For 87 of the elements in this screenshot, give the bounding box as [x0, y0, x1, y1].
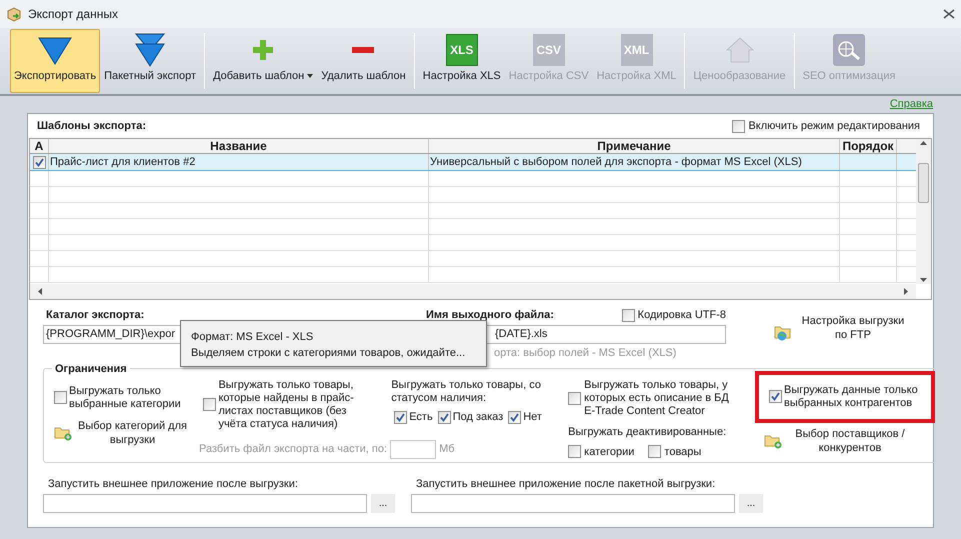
- checkbox[interactable]: [732, 120, 746, 132]
- toolbar-button[interactable]: Пакетный экспорт: [100, 29, 200, 93]
- vertical-scrollbar[interactable]: [916, 139, 931, 284]
- table-cell: Универсальный с выбором полей для экспорта - формат MS Excel (XLS): [429, 154, 840, 170]
- checkbox[interactable]: [32, 156, 46, 168]
- field-label: Запустить внешнее приложение после выгрузки:: [47, 477, 299, 491]
- tooltip-text: Выделяем строки с категориями товаров, ожидайте...: [191, 346, 466, 361]
- suppliers-select-button[interactable]: Выбор поставщиков / конкурентов: [764, 427, 915, 455]
- scroll-up-icon[interactable]: [920, 141, 927, 145]
- window-title: Экспорт данных: [28, 6, 118, 23]
- scroll-thumb[interactable]: [918, 162, 929, 203]
- button-label: Настройка XLS: [422, 68, 501, 84]
- folder-add-icon: [54, 425, 72, 441]
- checkbox[interactable]: [54, 391, 67, 404]
- category-select-button[interactable]: Выбор категорий для выгрузки: [54, 419, 202, 447]
- toolbar-button[interactable]: XLS Настройка XLS: [418, 29, 505, 93]
- checkbox-label: Выгружать данные только выбранных контрагентов: [784, 384, 919, 410]
- field-label: Каталог экспорта:: [45, 308, 146, 322]
- column-header[interactable]: Примечание: [429, 139, 840, 153]
- checkbox[interactable]: [394, 410, 408, 424]
- group-label: Выгружать деактивированные:: [568, 425, 728, 440]
- horizontal-scrollbar[interactable]: [30, 284, 916, 299]
- box-arrow-icon: [6, 6, 22, 22]
- checkbox[interactable]: [648, 445, 662, 458]
- section-title: Шаблоны экспорта:: [37, 118, 146, 134]
- toolbar-button[interactable]: Удалить шаблон: [317, 29, 410, 93]
- input-field[interactable]: [411, 494, 735, 513]
- button-label: Удалить шаблон: [321, 68, 406, 84]
- checkbox-label: Под заказ: [452, 410, 504, 425]
- down-triangle-icon: [37, 34, 74, 65]
- globe-magnifier-icon: [833, 34, 866, 66]
- folder-globe-icon: [774, 324, 792, 342]
- checkbox-label: товары: [664, 444, 702, 460]
- checkbox-label: категории: [584, 444, 634, 460]
- close-icon[interactable]: [943, 9, 955, 19]
- checkbox[interactable]: [622, 308, 635, 322]
- file-format-icon: CSV: [532, 34, 565, 66]
- unit-label: Мб: [439, 442, 455, 458]
- column-header[interactable]: A: [30, 139, 49, 153]
- checkbox-label: Выгружать только выбранные категории: [69, 385, 182, 411]
- folder-add-icon: [764, 433, 782, 449]
- checkbox-label: Выгружать только товары, у которых есть описание в БД E-Trade Content Creator: [584, 379, 730, 418]
- checkbox[interactable]: [568, 392, 582, 405]
- minus-icon: [352, 46, 374, 54]
- scroll-right-icon[interactable]: [904, 288, 908, 295]
- checkbox[interactable]: [769, 390, 782, 403]
- scroll-down-icon[interactable]: [920, 278, 927, 282]
- checkbox[interactable]: [438, 410, 451, 424]
- toolbar-button[interactable]: Экспортировать: [10, 29, 100, 93]
- field-label: Разбить файл экспорта на части, по:: [199, 442, 388, 458]
- field-label: Имя выходного файла:: [426, 308, 554, 323]
- scroll-left-icon[interactable]: [38, 288, 42, 295]
- column-header[interactable]: Порядок: [840, 139, 897, 153]
- button-label: Добавить шаблон: [213, 68, 314, 84]
- checkbox-label: Включить режим редактирования: [748, 118, 920, 134]
- checkbox-label: Выгружать только товары, которые найдены в прайс-листах поставщиков (без учёта статуса наличия): [218, 379, 355, 431]
- input-field[interactable]: [390, 440, 436, 459]
- button-label: Пакетный экспорт: [104, 68, 196, 84]
- file-format-icon: XLS: [446, 34, 478, 66]
- house-icon: [724, 36, 755, 64]
- table-row[interactable]: Прайс-лист для клиентов #2 Универсальный с выбором полей для экспорта - формат MS Excel (XLS): [30, 154, 916, 171]
- file-format-icon: XML: [620, 34, 652, 66]
- browse-button[interactable]: ...: [739, 494, 763, 513]
- button-label: Настройка CSV: [508, 68, 589, 84]
- browse-button[interactable]: ...: [371, 494, 395, 513]
- group-title: Ограничения: [52, 361, 130, 378]
- checkbox-label: Есть: [409, 410, 433, 425]
- table-cell: Прайс-лист для клиентов #2: [49, 154, 429, 170]
- button-label: Экспортировать: [14, 68, 96, 84]
- input-field[interactable]: [43, 494, 367, 513]
- checkbox-label: Нет: [523, 410, 542, 425]
- field-label: Запустить внешнее приложение после пакетной выгрузки:: [415, 477, 716, 491]
- tooltip-text: Формат: MS Excel - XLS: [191, 330, 314, 345]
- plus-icon: [252, 38, 274, 61]
- ftp-button[interactable]: Настройка выгрузки по FTP: [774, 308, 908, 358]
- checkbox[interactable]: [508, 410, 522, 424]
- checkbox-label: Кодировка UTF-8: [638, 308, 726, 323]
- column-header[interactable]: Название: [49, 139, 429, 153]
- checkbox[interactable]: [203, 398, 216, 411]
- toolbar-button[interactable]: Добавить шаблон: [209, 29, 318, 93]
- button-label: Ценообразование: [693, 68, 786, 84]
- double-down-triangle-icon: [134, 32, 166, 67]
- button-label: SEO оптимизация: [802, 68, 896, 84]
- group-label: Выгружать только товары, со статусом наличия:: [391, 379, 542, 405]
- button-label: Настройка XML: [596, 68, 676, 84]
- checkbox[interactable]: [568, 445, 582, 458]
- field-hint: орта: выбор полей - MS Excel (XLS): [494, 347, 676, 359]
